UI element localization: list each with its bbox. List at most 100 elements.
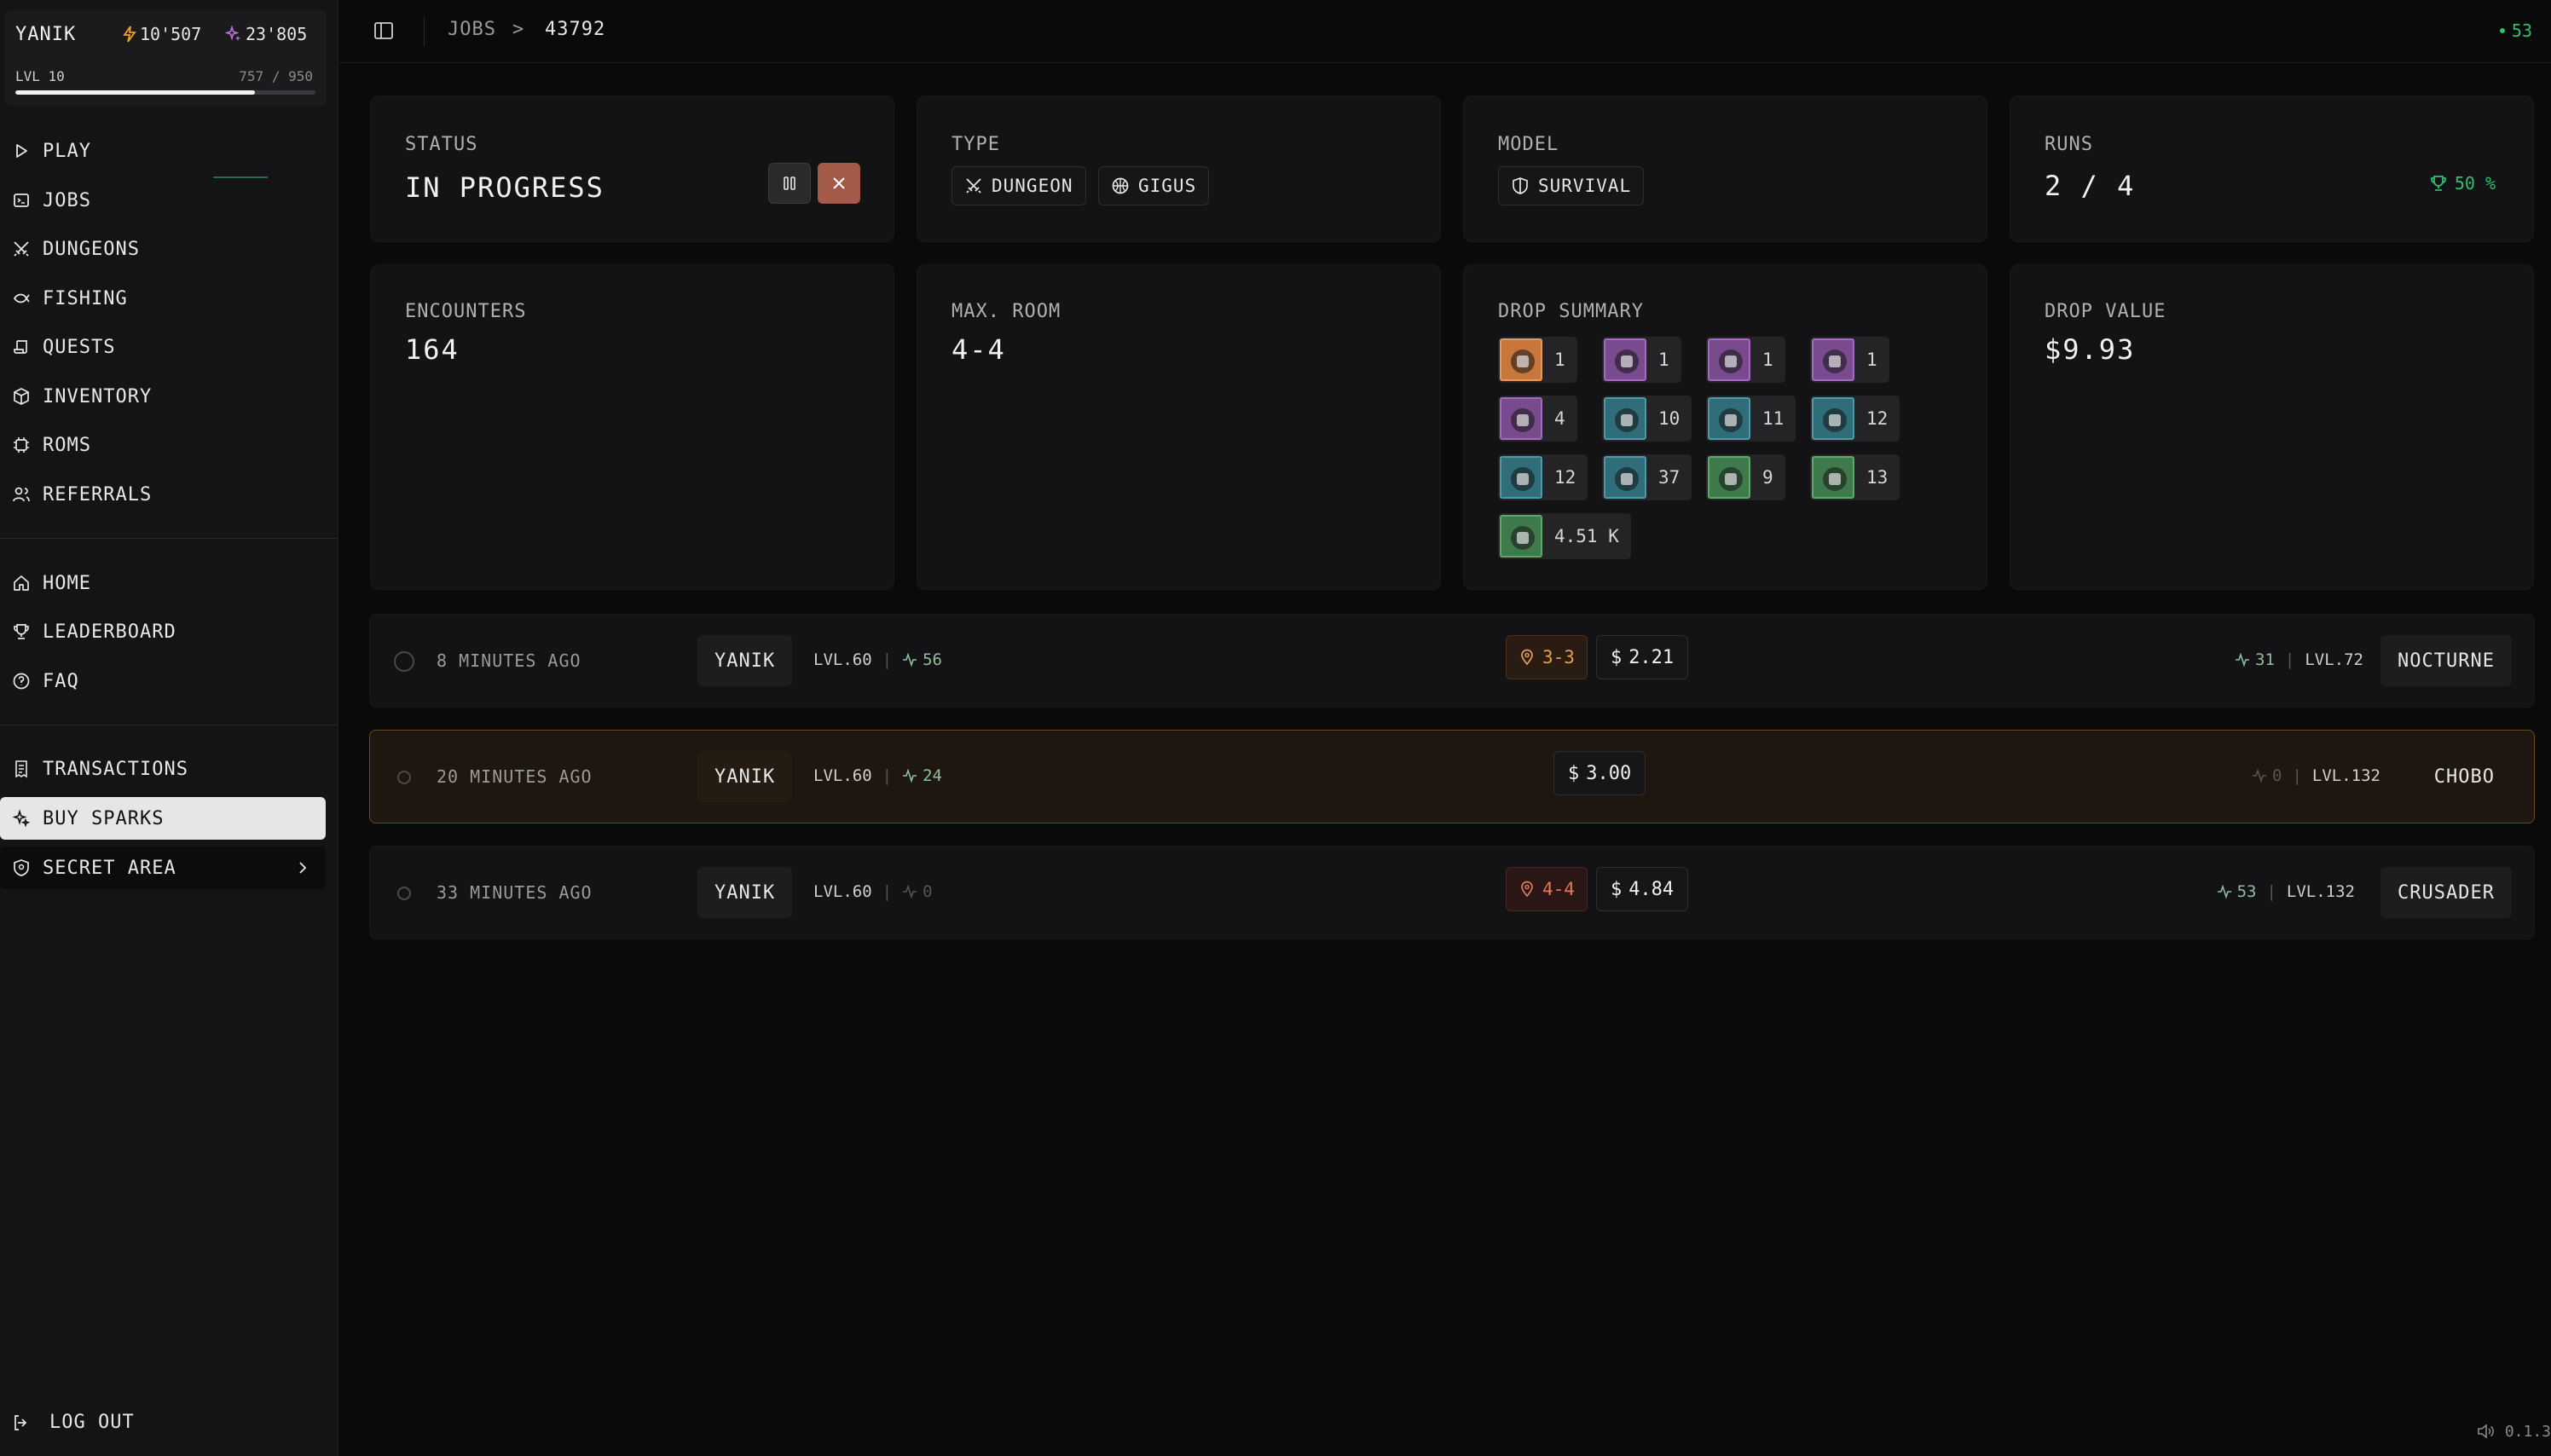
type-card: TYPE DUNGEON GIGUS [917, 95, 1441, 242]
drop-item[interactable]: 10 [1602, 396, 1692, 442]
drop-item[interactable]: 1 [1810, 337, 1889, 383]
nav-jobs[interactable]: JOBS [0, 179, 326, 222]
item-glyph-detail [1517, 532, 1529, 544]
topbar: JOBS > 43792 53 [338, 0, 2551, 63]
online-count: 53 [2499, 20, 2532, 41]
item-glyph-detail [1621, 414, 1633, 426]
play-icon [16, 144, 27, 158]
nav-inventory[interactable]: INVENTORY [0, 375, 326, 418]
max-room-value: 4-4 [952, 333, 1006, 366]
drop-item[interactable]: 1 [1498, 337, 1577, 383]
drop-item[interactable]: 12 [1810, 396, 1900, 442]
drop-item[interactable]: 13 [1810, 454, 1900, 500]
item-count: 1 [1866, 350, 1877, 370]
drop-item[interactable]: 12 [1498, 454, 1588, 500]
volume-icon[interactable] [2476, 1422, 2496, 1441]
max-room-card: MAX. ROOM 4-4 [917, 264, 1441, 590]
drop-item[interactable]: 9 [1706, 454, 1785, 500]
drop-item[interactable]: 4.51 K [1498, 513, 1631, 559]
drop-item[interactable]: 1 [1602, 337, 1681, 383]
player-chip[interactable]: YANIK [697, 751, 793, 802]
nav-leaderboard[interactable]: LEADERBOARD [0, 610, 326, 653]
nav-transactions[interactable]: TRANSACTIONS [0, 748, 326, 790]
opponent-info: 53 | LVL.132 [2217, 882, 2355, 901]
close-icon [833, 177, 845, 189]
pause-button[interactable] [768, 163, 811, 204]
breadcrumb-separator: > [512, 19, 524, 40]
swords-icon [14, 241, 29, 257]
opponent-chip[interactable]: NOCTURNE [2380, 635, 2512, 686]
item-icon [1500, 338, 1542, 381]
online-dot [2499, 28, 2505, 33]
pulse-icon [2217, 884, 2231, 899]
player-chip[interactable]: YANIK [697, 867, 793, 918]
sidebar-toggle-icon[interactable] [373, 20, 395, 42]
nav-play[interactable]: PLAY [0, 130, 326, 172]
status-card: STATUS IN PROGRESS [370, 95, 894, 242]
item-icon [1812, 338, 1854, 381]
item-glyph-detail [1829, 355, 1841, 367]
item-glyph-detail [1517, 414, 1529, 426]
breadcrumb-jobs[interactable]: JOBS [448, 19, 496, 40]
pulse-icon [2236, 652, 2250, 667]
xp-label: 757 / 950 [239, 68, 313, 84]
run-summary: 3-3 $2.21 [1506, 635, 1689, 679]
opponent-chip[interactable]: CHOBO [2417, 751, 2512, 802]
opponent-info: 0 | LVL.132 [2252, 766, 2380, 785]
player-chip[interactable]: YANIK [697, 635, 793, 686]
item-icon [1604, 338, 1646, 381]
lightning-icon [123, 26, 136, 43]
nav-home[interactable]: HOME [0, 562, 326, 604]
run-row[interactable]: 8 MINUTES AGO YANIK LVL.60 | 56 3-3 $2.21… [369, 614, 2535, 708]
cancel-button[interactable] [818, 163, 860, 204]
drop-item[interactable]: 37 [1602, 454, 1692, 500]
breadcrumb-job-id: 43792 [545, 19, 606, 40]
run-summary: 4-4 $4.84 [1506, 867, 1689, 911]
item-count: 4.51 K [1554, 526, 1619, 546]
item-icon [1604, 456, 1646, 499]
item-count: 12 [1866, 408, 1889, 429]
help-icon [13, 673, 30, 690]
model-tag: SURVIVAL [1498, 166, 1645, 205]
nav-faq[interactable]: FAQ [0, 660, 326, 702]
run-row[interactable]: 20 MINUTES AGO YANIK LVL.60 | 24 $3.00 0 … [369, 730, 2535, 823]
map-pin-icon [1521, 881, 1533, 898]
version-info: 0.1.3 [2476, 1422, 2551, 1441]
item-count: 1 [1658, 350, 1669, 370]
sparkles-icon [225, 26, 240, 41]
nav-fishing[interactable]: FISHING [0, 277, 326, 320]
nav-roms[interactable]: ROMS [0, 424, 326, 466]
drop-item[interactable]: 11 [1706, 396, 1796, 442]
terminal-icon [14, 194, 29, 207]
type-tag-gigus: GIGUS [1098, 166, 1210, 205]
item-icon [1500, 456, 1542, 499]
nav-secret-area[interactable]: SECRET AREA [0, 846, 326, 889]
opponent-chip[interactable]: CRUSADER [2380, 867, 2512, 918]
model-card: MODEL SURVIVAL [1463, 95, 1987, 242]
item-count: 1 [1554, 350, 1565, 370]
type-tag-dungeon: DUNGEON [952, 166, 1086, 205]
drop-item[interactable]: 1 [1706, 337, 1785, 383]
drop-item[interactable]: 4 [1498, 396, 1577, 442]
nav-dungeons[interactable]: DUNGEONS [0, 228, 326, 270]
dollar-icon: $ [1610, 646, 1623, 668]
item-icon [1708, 338, 1750, 381]
nav-buy-sparks[interactable]: BUY SPARKS [0, 797, 326, 840]
sparkles-icon [12, 809, 31, 828]
logout-button[interactable]: LOG OUT [12, 1412, 135, 1433]
run-value: $4.84 [1595, 867, 1689, 911]
nav-quests[interactable]: QUESTS [0, 326, 326, 368]
nav-referrals[interactable]: REFERRALS [0, 473, 326, 516]
player-power: 0 [902, 882, 933, 901]
opponent-info: 31 | LVL.72 [2235, 650, 2363, 669]
item-icon [1812, 397, 1854, 440]
player-power: 56 [902, 650, 942, 669]
sidebar: YANIK 10'507 23'805 LVL 10 757 / 950 PLA… [0, 0, 338, 1456]
status-value: IN PROGRESS [405, 171, 604, 204]
user-card[interactable]: YANIK 10'507 23'805 LVL 10 757 / 950 [5, 10, 327, 106]
run-row[interactable]: 33 MINUTES AGO YANIK LVL.60 | 0 4-4 $4.84… [369, 846, 2535, 939]
item-glyph-detail [1621, 355, 1633, 367]
win-rate: 50 % [2429, 173, 2496, 194]
item-icon [1708, 456, 1750, 499]
dollar-icon: $ [1610, 878, 1623, 900]
